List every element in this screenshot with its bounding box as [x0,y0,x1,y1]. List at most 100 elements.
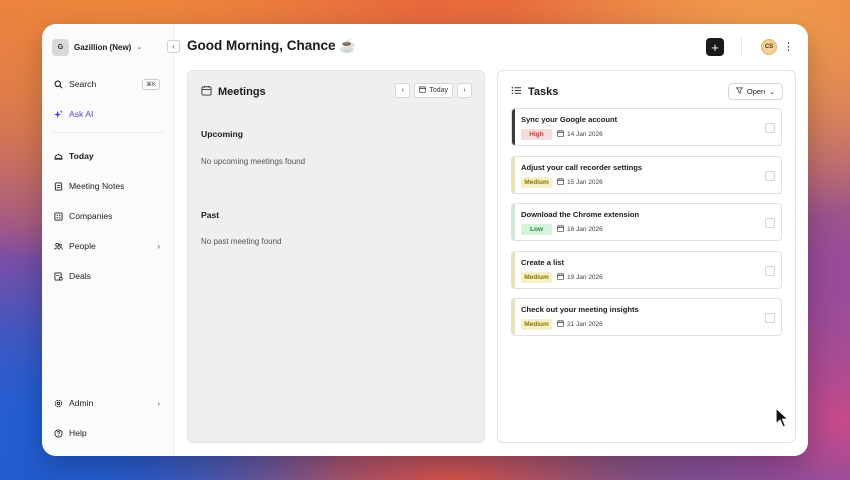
chevron-down-icon: ⌄ [136,44,143,51]
sidebar-item-deals[interactable]: Deals [54,268,160,284]
search-shortcut-badge: ⌘K [141,78,160,90]
list-icon [511,85,522,99]
meetings-header: Meetings [201,85,266,99]
meetings-date-nav: ‹ Today › [395,83,472,98]
calendar-icon [201,85,212,99]
sidebar-item-companies[interactable]: Companies [54,208,160,224]
filter-icon [735,87,744,96]
add-button[interactable]: + [706,38,724,56]
mouse-cursor-icon [775,407,789,428]
calendar-icon [557,130,564,139]
sidebar-item-ask-ai[interactable]: Ask AI [54,106,160,122]
calendar-icon [419,86,427,95]
task-title: Sync your Google account [521,115,618,124]
sidebar-item-label: Deals [69,271,91,281]
previous-day-button[interactable]: ‹ [395,83,411,98]
sidebar-item-label: Meeting Notes [69,181,125,191]
sidebar-item-label: Companies [69,211,113,221]
task-complete-checkbox[interactable] [765,266,775,276]
calendar-icon [557,273,564,282]
chevron-right-icon: › [463,87,466,94]
task-title: Create a list [521,258,565,267]
task-due-date: 16 Jan 2026 [557,225,603,234]
past-empty-message: No past meeting found [201,237,282,246]
task-priority-bar [512,204,515,240]
task-card[interactable]: Adjust your call recorder settings Medium… [511,156,782,194]
task-card[interactable]: Create a list Medium 19 Jan 2026 [511,251,782,289]
task-complete-checkbox[interactable] [765,123,775,133]
app-window: G Gazillion (New) ⌄ ‹ Search ⌘K Ask AI T… [42,24,808,456]
more-options-icon[interactable]: ⋮ [783,38,794,56]
chevron-right-icon: › [157,398,160,408]
sidebar-item-label: People [69,241,96,251]
sidebar: G Gazillion (New) ⌄ ‹ Search ⌘K Ask AI T… [42,24,180,456]
task-title: Adjust your call recorder settings [521,163,643,172]
sidebar-item-meeting-notes[interactable]: Meeting Notes [54,178,160,194]
upcoming-empty-message: No upcoming meetings found [201,157,306,166]
main-content: Good Morning, Chance ☕ + CS ⋮ Meetings ‹… [174,24,808,456]
collapse-sidebar-button[interactable]: ‹ [167,40,180,53]
building-icon [54,211,63,221]
workspace-switcher[interactable]: G Gazillion (New) ⌄ [52,38,142,56]
chevron-left-icon: ‹ [401,87,404,94]
task-complete-checkbox[interactable] [765,171,775,181]
next-day-button[interactable]: › [457,83,472,98]
task-date-text: 14 Jan 2026 [567,131,603,138]
sidebar-item-label: Search [69,79,97,89]
sidebar-item-today[interactable]: Today [54,148,160,164]
task-due-date: 19 Jan 2026 [557,273,603,282]
calendar-icon [557,225,564,234]
task-due-date: 15 Jan 2026 [557,178,603,187]
page-title: Good Morning, Chance ☕ [187,38,357,53]
search-icon [54,80,63,89]
tasks-header: Tasks [511,85,558,99]
task-priority-bar [512,157,515,193]
sparkle-icon [54,109,63,119]
task-priority-bar [512,252,515,288]
workspace-name: Gazillion (New) [74,42,132,52]
plus-icon: + [711,39,719,55]
header-divider [741,38,742,56]
today-button-label: Today [429,87,448,94]
sidebar-item-label: Today [69,151,94,161]
today-button[interactable]: Today [414,83,453,98]
help-icon [54,428,63,438]
sidebar-item-search[interactable]: Search ⌘K [54,76,160,92]
task-date-text: 19 Jan 2026 [567,274,603,281]
sidebar-item-help[interactable]: Help [54,425,160,441]
task-date-text: 15 Jan 2026 [567,179,603,186]
chevron-right-icon: › [157,241,160,251]
people-icon [54,242,63,251]
priority-badge: Medium [521,177,552,188]
calendar-icon [557,178,564,187]
cloche-icon [54,152,63,161]
task-complete-checkbox[interactable] [765,313,775,323]
task-date-text: 16 Jan 2026 [567,226,603,233]
tasks-title: Tasks [528,86,559,98]
sidebar-item-people[interactable]: People › [54,238,160,254]
meetings-title: Meetings [218,86,266,98]
chevron-down-icon: ⌄ [769,88,776,96]
task-card[interactable]: Sync your Google account High 14 Jan 2026 [511,108,782,146]
tasks-panel: Tasks Open ⌄ Sync your Google account Hig… [497,70,796,443]
workspace-badge: G [52,38,69,56]
calendar-icon [557,320,564,329]
task-card[interactable]: Download the Chrome extension Low 16 Jan 2… [511,203,782,241]
task-priority-bar [512,299,515,335]
avatar[interactable]: CS [761,39,777,55]
task-card[interactable]: Check out your meeting insights Medium 21 … [511,298,782,336]
sidebar-item-admin[interactable]: Admin › [54,395,160,411]
gear-icon [54,399,63,408]
notes-icon [54,181,63,191]
past-heading: Past [201,210,220,220]
task-filter-label: Open [746,87,766,96]
sidebar-item-label: Admin [69,398,94,408]
upcoming-heading: Upcoming [201,129,244,139]
task-title: Download the Chrome extension [521,210,640,219]
task-due-date: 21 Jan 2026 [557,320,603,329]
task-status-filter[interactable]: Open ⌄ [728,83,783,100]
task-date-text: 21 Jan 2026 [567,321,603,328]
task-title: Check out your meeting insights [521,305,639,314]
task-complete-checkbox[interactable] [765,218,775,228]
priority-badge: High [521,129,552,140]
